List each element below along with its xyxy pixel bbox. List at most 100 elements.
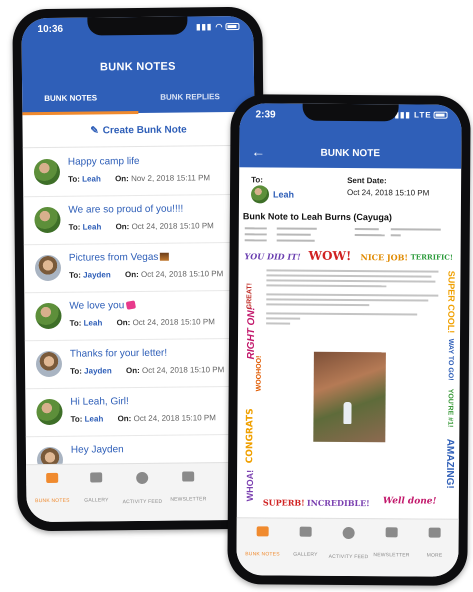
- sticker-amazing: AMAZING!: [443, 438, 456, 489]
- note-meta: To: Leah On: Oct 24, 2018 15:10 PM: [70, 317, 215, 328]
- mail-icon: [46, 472, 59, 483]
- avatar: [35, 302, 62, 330]
- status-time: 2:39: [255, 109, 276, 121]
- sticker-you-did-it: YOU DID IT!: [244, 251, 301, 262]
- status-icons: ▮▮▮ LTE: [395, 110, 448, 120]
- note-subject-text: Pictures from Vegas: [68, 251, 159, 264]
- activity-feed-icon: [136, 471, 149, 485]
- sticker-incredible: INCREDIBLE!: [306, 497, 370, 509]
- list-item[interactable]: Pictures from Vegas To: Jayden On: Oct 2…: [23, 242, 257, 294]
- bunk-notes-list: Happy camp life To: Leah On: Nov 2, 2018…: [22, 146, 259, 486]
- on-label: On:: [124, 270, 139, 280]
- to-label: To:: [68, 174, 80, 184]
- phone-bunk-note-detail: 2:39 ▮▮▮ LTE ← BUNK NOTE To: Leah Sent D…: [227, 94, 471, 586]
- photo-emoji-icon: [160, 253, 170, 262]
- nav-newsletter[interactable]: NEWSLETTER: [164, 471, 212, 506]
- create-note-icon: ✎: [90, 125, 99, 137]
- to-label: To:: [69, 270, 81, 280]
- to-label: To:: [70, 414, 83, 424]
- list-item[interactable]: Hi Leah, Girl! To: Leah On: Oct 24, 2018…: [25, 386, 258, 438]
- page-title: BUNK NOTE: [320, 147, 381, 160]
- nav-activity-feed[interactable]: ACTIVITY FEED: [324, 526, 372, 563]
- nav-bunk-notes[interactable]: BUNK NOTES: [238, 526, 286, 560]
- more-icon: [428, 527, 441, 538]
- nav-label: GALLERY: [84, 497, 109, 504]
- on-label: On:: [114, 174, 129, 184]
- note-subject: We are so proud of you!!!!: [68, 203, 184, 216]
- note-date: Oct 24, 2018 15:10 PM: [133, 413, 216, 424]
- nav-label: BUNK NOTES: [245, 551, 280, 558]
- list-item[interactable]: Thanks for your letter! To: Jayden On: O…: [24, 338, 258, 390]
- recipient-name: Leah: [84, 414, 104, 424]
- sticker-whoa: WHOA!: [244, 469, 256, 502]
- note-date: Oct 24, 2018 15:10 PM: [140, 269, 224, 279]
- nav-more[interactable]: MORE: [410, 527, 458, 561]
- network-label: LTE: [414, 110, 432, 120]
- tab-bunk-replies[interactable]: BUNK REPLIES: [160, 92, 220, 102]
- note-meta: To: Leah On: Oct 24, 2018 15:10 PM: [69, 221, 214, 232]
- screen-bunk-note-detail: 2:39 ▮▮▮ LTE ← BUNK NOTE To: Leah Sent D…: [236, 103, 462, 577]
- bottom-nav: BUNK NOTES GALLERY ACTIVITY FEED NEWSLET…: [26, 461, 259, 523]
- to-label: To:: [69, 318, 82, 328]
- nav-gallery[interactable]: GALLERY: [72, 472, 120, 507]
- note-subject: Hey Jayden: [70, 444, 124, 456]
- recipient-name: Leah: [83, 318, 103, 328]
- sticker-great: GREAT!: [246, 282, 254, 310]
- sticker-wow: WOW!: [308, 248, 352, 264]
- nav-bunk-notes[interactable]: BUNK NOTES: [28, 472, 76, 508]
- letter-stationery: YOU DID IT! WOW! NICE JOB! TERRIFIC! WHO…: [243, 248, 457, 514]
- note-subject: Happy camp life: [67, 155, 140, 168]
- list-item[interactable]: We are so proud of you!!!! To: Leah On: …: [23, 194, 256, 246]
- status-icons: ▮▮▮ ◠: [196, 22, 240, 31]
- tab-bunk-notes[interactable]: BUNK NOTES: [44, 93, 97, 103]
- sticker-superb: SUPERB!: [262, 497, 305, 508]
- create-bunk-note-button[interactable]: ✎ Create Bunk Note: [22, 113, 255, 149]
- sticker-youre-number-one: YOU'RE #1!: [446, 388, 454, 428]
- note-subject-text: We love you: [69, 300, 125, 312]
- avatar: [35, 350, 63, 378]
- battery-icon: [225, 23, 240, 31]
- sticker-way-to-go: WAY TO GO!: [446, 338, 455, 381]
- note-date: Nov 2, 2018 15:11 PM: [131, 173, 211, 184]
- on-label: On:: [116, 318, 131, 328]
- note-subject: Pictures from Vegas: [69, 252, 170, 264]
- list-item[interactable]: We love you To: Leah On: Oct 24, 2018 15…: [24, 290, 257, 342]
- sticker-congrats: CONGRATS: [245, 408, 256, 464]
- nav-activity-feed[interactable]: ACTIVITY FEED: [118, 471, 166, 509]
- sticker-well-done: Well done!: [382, 496, 437, 507]
- heart-emoji-icon: [125, 300, 136, 311]
- sticker-super-cool: SUPER COOL!: [446, 270, 457, 334]
- letter-title: Bunk Note to Leah Burns (Cayuga): [242, 211, 392, 223]
- sticker-terrific: TERRIFIC!: [410, 252, 453, 262]
- nav-label: ACTIVITY FEED: [122, 498, 163, 506]
- note-subject: Hi Leah, Girl!: [70, 396, 129, 408]
- note-date: Oct 24, 2018 15:10 PM: [131, 221, 214, 232]
- sent-date-label: Sent Date:: [347, 175, 387, 186]
- nav-label: BUNK NOTES: [35, 497, 70, 505]
- sticker-woohoo: WOOHOO!: [255, 355, 263, 392]
- nav-newsletter[interactable]: NEWSLETTER: [367, 527, 415, 561]
- note-date: Oct 24, 2018 15:10 PM: [141, 365, 225, 375]
- bottom-nav: BUNK NOTES GALLERY ACTIVITY FEED NEWSLET…: [236, 517, 459, 577]
- note-subject: Thanks for your letter!: [69, 347, 168, 360]
- avatar: [33, 158, 61, 186]
- sticker-right-on: RIGHT ON!: [245, 307, 258, 360]
- note-info: To: Leah Sent Date: Oct 24, 2018 15:10 P…: [239, 167, 461, 211]
- recipient-name: Leah: [82, 222, 102, 232]
- create-bunk-note-label: Create Bunk Note: [102, 124, 187, 137]
- mail-icon: [256, 526, 269, 537]
- recipient-name: Jayden: [84, 366, 112, 376]
- list-item[interactable]: Happy camp life To: Leah On: Nov 2, 2018…: [22, 146, 256, 198]
- on-label: On:: [115, 222, 130, 232]
- recipient-name[interactable]: Leah: [273, 189, 294, 199]
- nav-gallery[interactable]: GALLERY: [281, 526, 329, 561]
- nav-label: NEWSLETTER: [170, 496, 207, 503]
- phone-notch: [87, 16, 188, 36]
- activity-feed-icon: [342, 526, 355, 540]
- newsletter-icon: [182, 471, 195, 482]
- note-date: Oct 24, 2018 15:10 PM: [132, 317, 215, 328]
- note-subject: We love you: [69, 300, 136, 312]
- note-meta: To: Jayden On: Oct 24, 2018 15:10 PM: [69, 269, 223, 280]
- newsletter-icon: [385, 527, 398, 538]
- to-label: To:: [70, 366, 82, 376]
